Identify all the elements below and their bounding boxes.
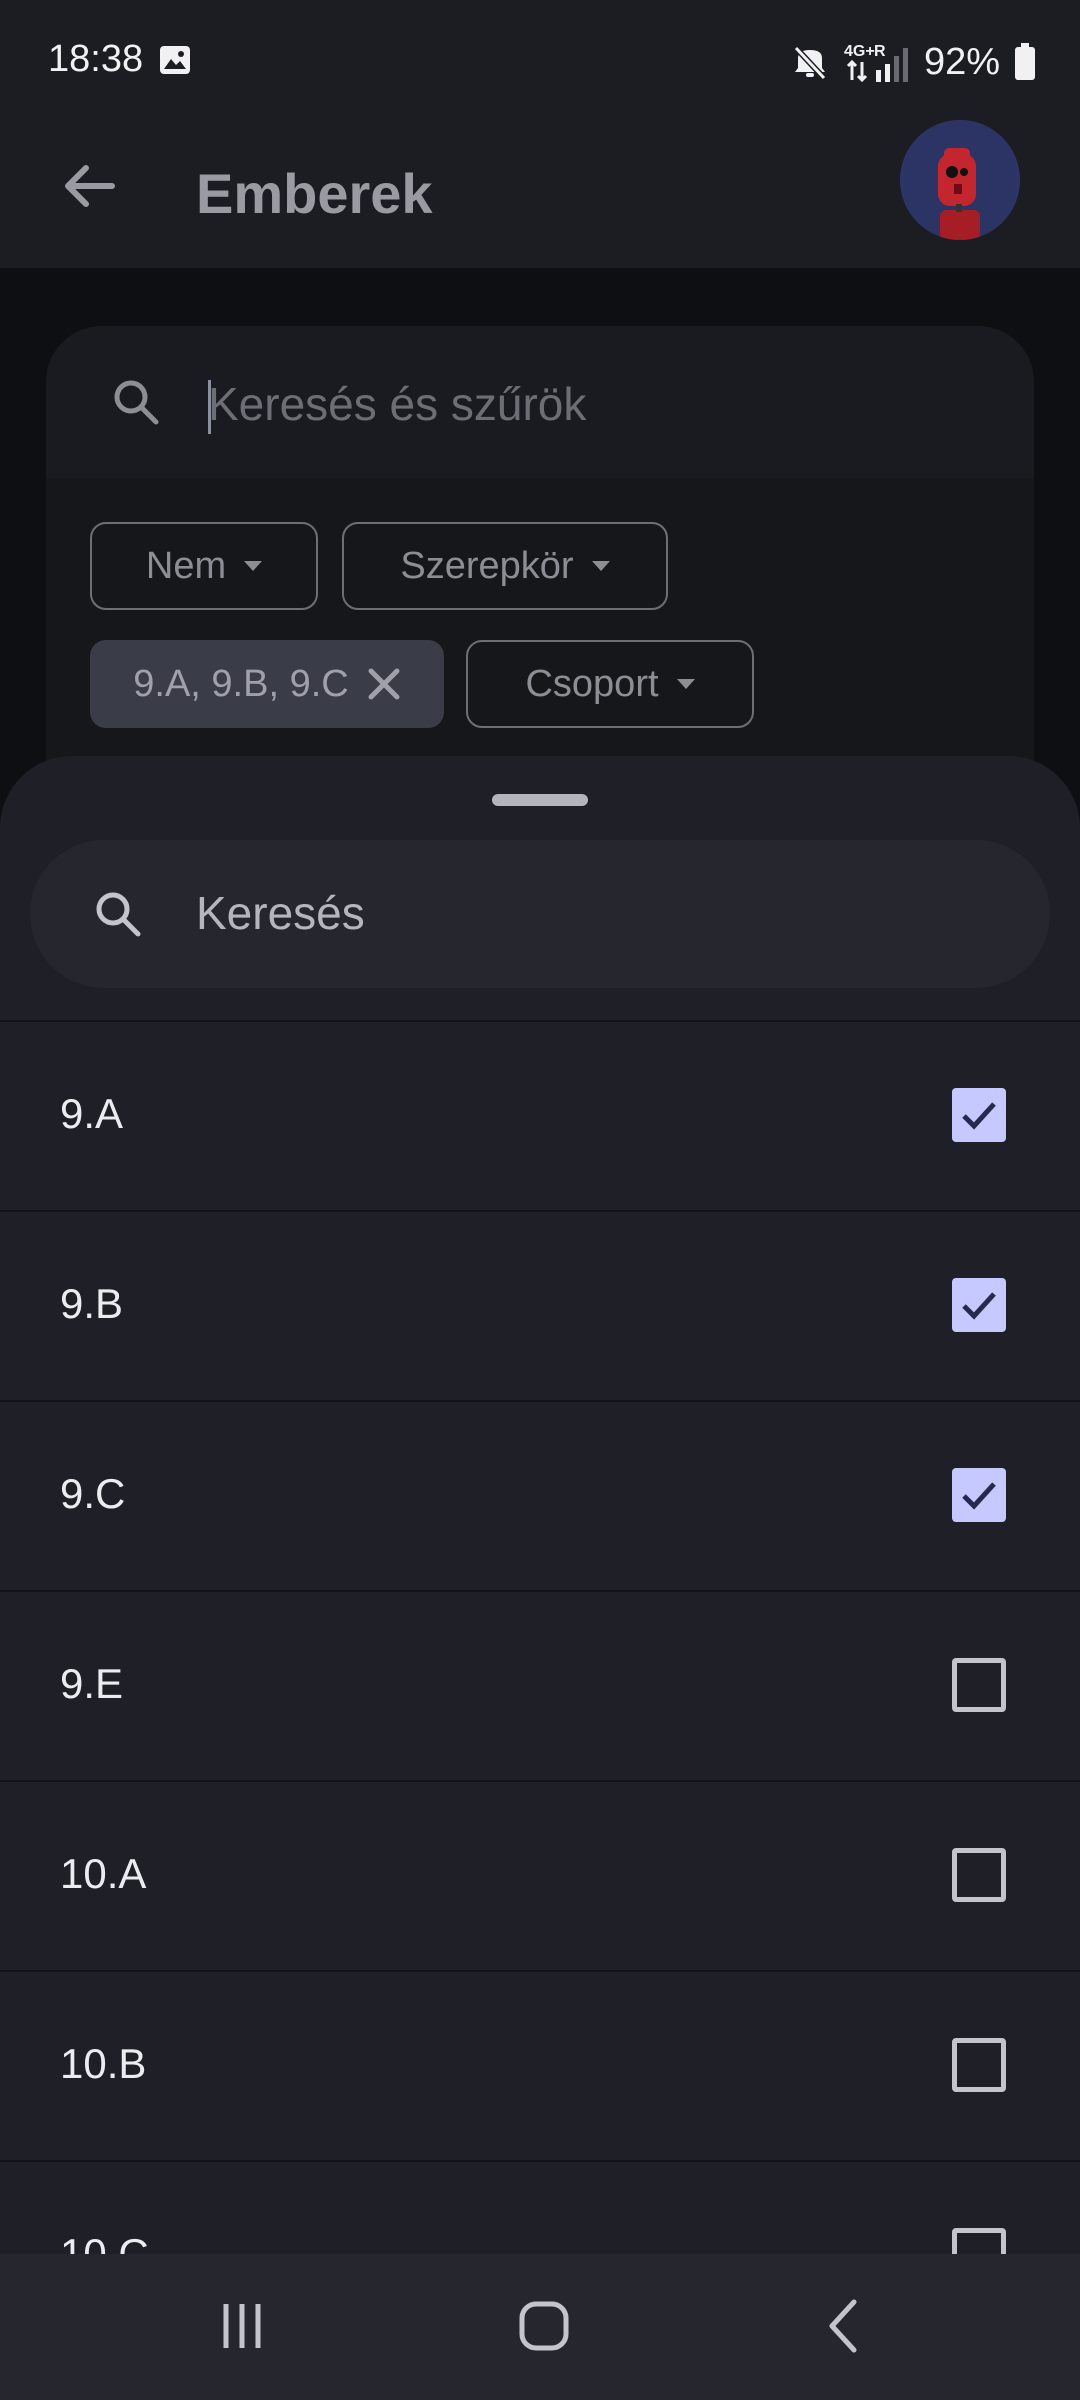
sheet-search-input[interactable] <box>196 880 996 946</box>
avatar[interactable] <box>900 120 1020 240</box>
system-nav-bar <box>0 2254 1080 2400</box>
class-list: 9.A 9.B 9.C 9.E 10.A 10.B <box>0 1020 1080 2350</box>
back-arrow-icon <box>65 165 115 207</box>
chip-label: Csoport <box>525 662 659 705</box>
check-icon <box>962 1102 996 1130</box>
list-item[interactable]: 9.C <box>0 1400 1080 1590</box>
group-filter-chip[interactable]: Csoport <box>466 640 754 728</box>
checkbox[interactable] <box>952 1848 1006 1902</box>
item-label: 10.B <box>60 2040 147 2087</box>
home-icon <box>519 2301 569 2351</box>
checkbox[interactable] <box>952 2038 1006 2092</box>
signal-icon: 4G+ R <box>844 43 908 83</box>
status-bar: 18:38 4G+ R 92% <box>0 0 1080 120</box>
main-search-bar[interactable] <box>46 326 1034 478</box>
chip-label: 9.A, 9.B, 9.C <box>133 662 349 705</box>
list-item[interactable]: 10.B <box>0 1970 1080 2160</box>
text-cursor <box>208 380 211 434</box>
list-item[interactable]: 9.E <box>0 1590 1080 1780</box>
gallery-icon <box>160 46 190 74</box>
item-label: 9.C <box>60 1470 126 1517</box>
checkbox[interactable] <box>952 1468 1006 1522</box>
gender-filter-chip[interactable]: Nem <box>90 522 318 610</box>
role-filter-chip[interactable]: Szerepkör <box>342 522 668 610</box>
back-icon <box>829 2299 857 2353</box>
search-icon <box>96 892 141 937</box>
checkbox[interactable] <box>952 1278 1006 1332</box>
top-app-bar: Emberek <box>0 120 1080 268</box>
recents-button[interactable] <box>182 2276 302 2376</box>
checkbox[interactable] <box>952 1658 1006 1712</box>
dropdown-icon <box>244 561 263 571</box>
roaming-label: R <box>874 43 886 60</box>
battery-percentage: 92% <box>923 40 1000 83</box>
chip-label: Nem <box>145 544 227 587</box>
home-button[interactable] <box>484 2276 604 2376</box>
item-label: 9.E <box>60 1660 124 1707</box>
battery-icon <box>1015 43 1035 80</box>
item-label: 9.B <box>60 1280 124 1327</box>
dropdown-icon <box>676 679 695 689</box>
check-icon <box>962 1292 996 1320</box>
item-label: 9.A <box>60 1090 124 1137</box>
checkbox[interactable] <box>952 1088 1006 1142</box>
sheet-search-bar[interactable] <box>30 840 1050 988</box>
main-search-input[interactable] <box>208 372 968 436</box>
chip-label: Szerepkör <box>400 544 574 587</box>
list-item[interactable]: 9.B <box>0 1210 1080 1400</box>
page-title: Emberek <box>196 162 433 225</box>
class-filter-chip[interactable]: 9.A, 9.B, 9.C <box>90 640 444 728</box>
class-picker-sheet: 9.A 9.B 9.C 9.E 10.A 10.B <box>0 756 1080 2400</box>
network-label: 4G+ <box>844 43 875 60</box>
status-time: 18:38 <box>48 38 144 80</box>
check-icon <box>962 1482 996 1510</box>
status-icons: 4G+ R 92% <box>790 40 1036 84</box>
close-icon[interactable] <box>367 667 401 701</box>
system-back-button[interactable] <box>786 2276 906 2376</box>
search-icon <box>114 380 159 425</box>
drag-handle[interactable] <box>492 794 588 806</box>
dropdown-icon <box>591 561 610 571</box>
list-item[interactable]: 10.A <box>0 1780 1080 1970</box>
recents-icon <box>223 2304 261 2348</box>
list-item[interactable]: 9.A <box>0 1020 1080 1210</box>
item-label: 10.A <box>60 1850 147 1897</box>
back-button[interactable] <box>48 146 128 226</box>
robot-avatar-icon <box>900 120 1020 240</box>
mute-icon <box>793 45 827 81</box>
